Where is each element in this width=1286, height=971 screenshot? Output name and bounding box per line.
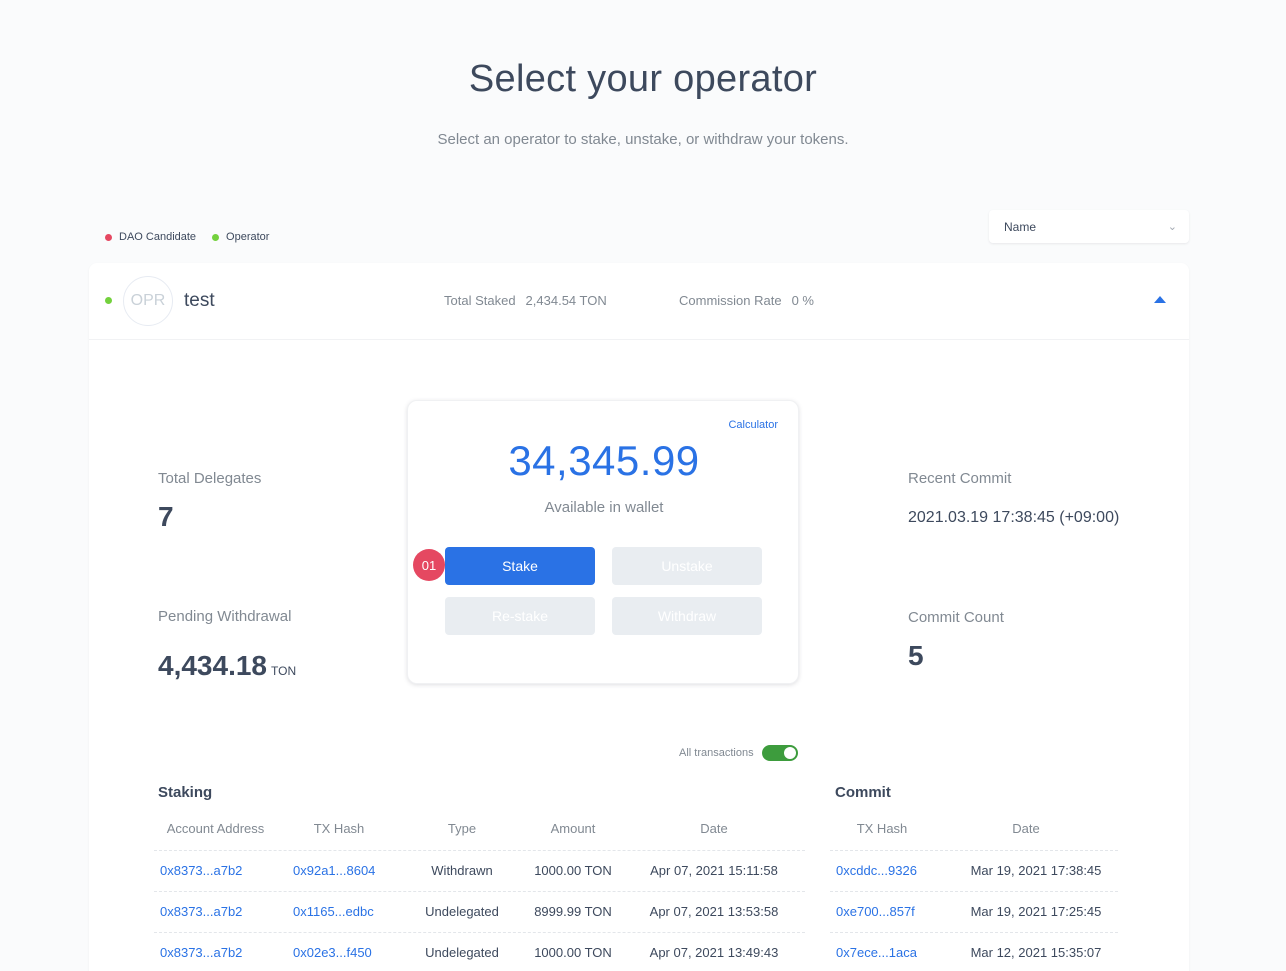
tx-date: Apr 07, 2021 13:49:43 xyxy=(649,945,779,960)
wallet-balance-label: Available in wallet xyxy=(544,499,664,516)
legend-label: Operator xyxy=(226,231,270,243)
all-transactions-label: All transactions xyxy=(679,747,754,759)
operator-header[interactable]: OPR test Total Staked 2,434.54 TON Commis… xyxy=(89,263,1189,340)
unstake-button[interactable]: Unstake xyxy=(612,547,762,585)
withdraw-button[interactable]: Withdraw xyxy=(612,597,762,635)
tx-type: Withdrawn xyxy=(431,863,493,878)
total-delegates-label: Total Delegates xyxy=(158,470,262,487)
pending-withdrawal-unit: TON xyxy=(271,664,297,678)
staking-col-amount: Amount xyxy=(550,821,596,836)
toggle-knob xyxy=(783,747,796,759)
total-staked-label: Total Staked xyxy=(444,293,516,308)
total-staked: Total Staked 2,434.54 TON xyxy=(444,293,607,308)
legend-label: DAO Candidate xyxy=(119,231,197,243)
divider xyxy=(154,932,805,933)
tx-hash-link[interactable]: 0x02e3...f450 xyxy=(293,945,372,960)
divider xyxy=(154,891,805,892)
total-delegates-value: 7 xyxy=(158,501,174,532)
legend-item-dao-candidate: DAO Candidate xyxy=(105,231,196,243)
recent-commit-label: Recent Commit xyxy=(908,470,1012,487)
commit-col-date: Date xyxy=(1012,821,1040,836)
collapse-arrow-icon[interactable] xyxy=(1154,296,1166,303)
sort-select[interactable]: Name ⌄ xyxy=(989,210,1189,243)
commit-tx-hash-link[interactable]: 0xcddc...9326 xyxy=(836,863,917,878)
staking-col-type: Type xyxy=(447,821,477,836)
legend: DAO Candidate Operator xyxy=(105,231,285,243)
tx-amount: 1000.00 TON xyxy=(534,863,612,878)
staking-title: Staking xyxy=(158,784,213,801)
operator-dot-icon xyxy=(212,233,220,241)
tx-amount: 1000.00 TON xyxy=(534,945,612,960)
pending-withdrawal-value: 4,434.18 xyxy=(158,650,267,681)
commit-tx-hash-link[interactable]: 0x7ece...1aca xyxy=(836,945,917,960)
commit-count-value: 5 xyxy=(908,640,924,671)
account-address-link[interactable]: 0x8373...a7b2 xyxy=(160,863,242,878)
legend-item-operator: Operator xyxy=(212,231,269,243)
commit-date: Mar 19, 2021 17:25:45 xyxy=(970,904,1102,919)
step-badge: 01 xyxy=(413,549,445,581)
all-transactions-toggle[interactable] xyxy=(761,745,798,761)
total-staked-value: 2,434.54 TON xyxy=(525,293,607,308)
divider xyxy=(830,891,1118,892)
sort-select-value: Name xyxy=(1004,219,1037,234)
page-subtitle: Select an operator to stake, unstake, or… xyxy=(437,131,849,148)
calculator-link[interactable]: Calculator xyxy=(728,419,778,431)
staking-col-date: Date xyxy=(700,821,728,836)
commit-col-txhash: TX Hash xyxy=(856,821,908,836)
account-address-link[interactable]: 0x8373...a7b2 xyxy=(160,904,242,919)
pending-withdrawal-label: Pending Withdrawal xyxy=(158,608,292,625)
recent-commit-value: 2021.03.19 17:38:45 (+09:00) xyxy=(908,509,1120,526)
tx-date: Apr 07, 2021 13:53:58 xyxy=(649,904,779,919)
commit-count-label: Commit Count xyxy=(908,609,1004,626)
stake-button[interactable]: Stake xyxy=(445,547,595,585)
commission-rate: Commission Rate 0 % xyxy=(679,293,814,308)
divider xyxy=(830,850,1118,851)
commit-title: Commit xyxy=(835,784,891,801)
chevron-down-icon: ⌄ xyxy=(1167,221,1177,233)
tx-amount: 8999.99 TON xyxy=(534,904,612,919)
account-address-link[interactable]: 0x8373...a7b2 xyxy=(160,945,242,960)
avatar: OPR xyxy=(123,276,173,326)
staking-col-txhash: TX Hash xyxy=(313,821,365,836)
tx-hash-link[interactable]: 0x92a1...8604 xyxy=(293,863,375,878)
staking-col-account: Account Address xyxy=(166,821,265,836)
operator-card: OPR test Total Staked 2,434.54 TON Commis… xyxy=(89,263,1189,971)
all-transactions-toggle-row: All transactions xyxy=(679,745,798,761)
divider xyxy=(154,850,805,851)
tx-type: Undelegated xyxy=(425,904,499,919)
commission-rate-value: 0 % xyxy=(791,293,814,308)
commit-date: Mar 19, 2021 17:38:45 xyxy=(970,863,1102,878)
pending-withdrawal: 4,434.18 TON xyxy=(158,650,296,682)
tx-type: Undelegated xyxy=(425,945,499,960)
divider xyxy=(830,932,1118,933)
dao-candidate-dot-icon xyxy=(105,233,112,241)
commission-rate-label: Commission Rate xyxy=(679,293,782,308)
commit-tx-hash-link[interactable]: 0xe700...857f xyxy=(836,904,915,919)
restake-button[interactable]: Re-stake xyxy=(445,597,595,635)
wallet-balance: 34,345.99 xyxy=(508,437,700,484)
wallet-panel: Calculator 34,345.99 Available in wallet… xyxy=(407,400,799,684)
commit-date: Mar 12, 2021 15:35:07 xyxy=(970,945,1102,960)
tx-date: Apr 07, 2021 15:11:58 xyxy=(650,863,778,878)
operator-status-dot-icon xyxy=(105,297,112,304)
tx-hash-link[interactable]: 0x1165...edbc xyxy=(293,904,374,919)
operator-name: test xyxy=(184,290,215,311)
page-title: Select your operator xyxy=(468,58,818,100)
